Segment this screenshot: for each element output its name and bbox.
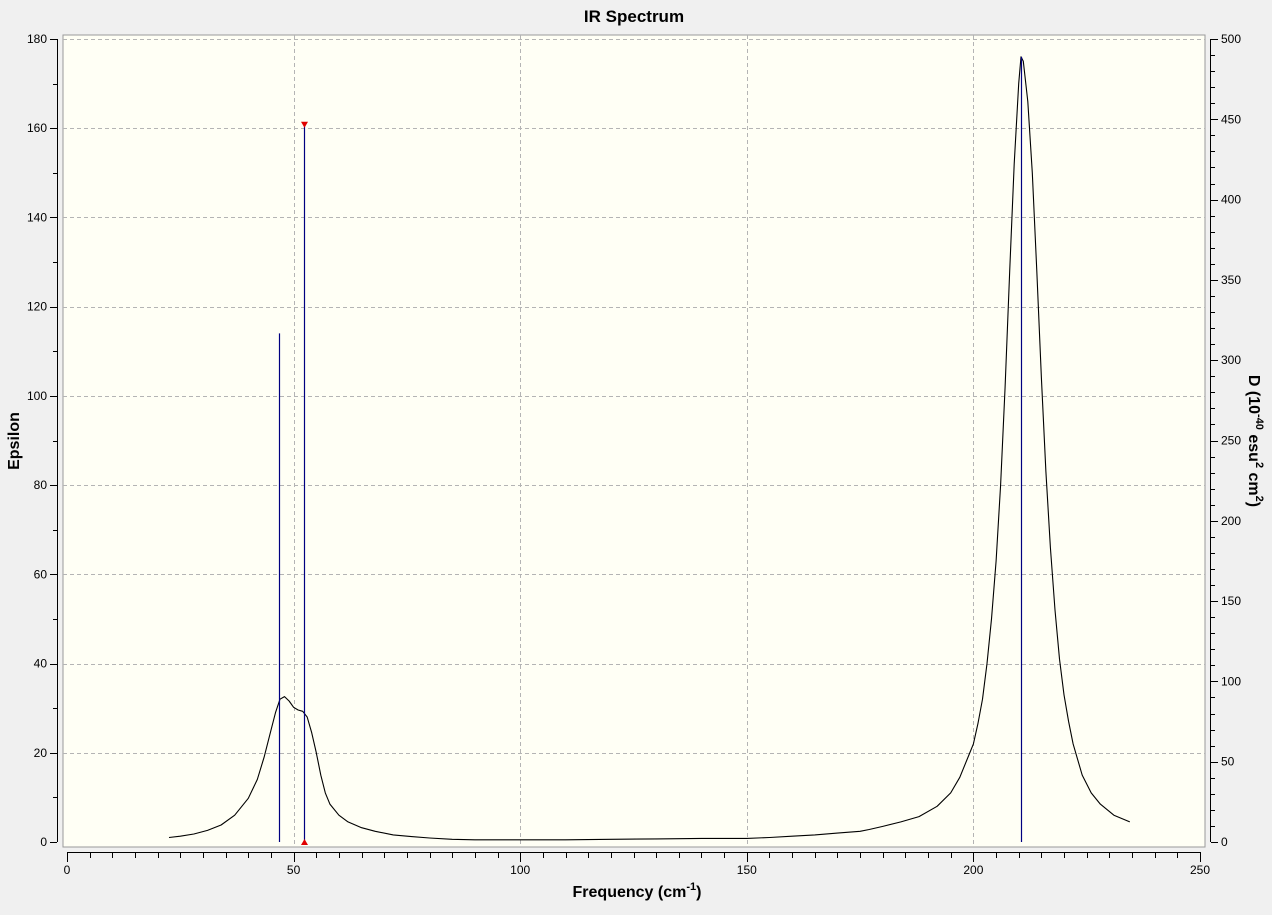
- y-tick-label: 60: [34, 567, 48, 581]
- y2-tick-label: 400: [1221, 193, 1241, 207]
- y2-tick-label: 100: [1221, 674, 1241, 688]
- plot-area: [62, 34, 1206, 848]
- y2-label-part-1: D (10: [1245, 375, 1262, 414]
- x-axis-label: Frequency (cm-1): [573, 881, 702, 901]
- x-tick-label: 50: [287, 863, 301, 877]
- y2-label-part-3: cm: [1245, 468, 1262, 496]
- y2-label-part-4: ): [1245, 502, 1262, 507]
- x-axis-label-main: Frequency (cm: [573, 884, 687, 901]
- y-tick-label: 160: [27, 121, 47, 135]
- x-tick-label: 200: [963, 863, 983, 877]
- y-tick-label: 80: [34, 478, 48, 492]
- y2-axis-label: D (10-40 esu2 cm2): [1245, 375, 1265, 507]
- y-tick-label: 100: [27, 389, 47, 403]
- y2-tick-label: 350: [1221, 273, 1241, 287]
- chart-title: IR Spectrum: [584, 7, 684, 26]
- y2-label-sup-1: -40: [1253, 414, 1265, 430]
- ir-spectrum-chart: 0 50 100 150 200 250 0 20 40 60 80 100 120 140 160 180 0…: [0, 0, 1272, 910]
- chart-svg: 0 50 100 150 200 250 0 20 40 60 80 100 120 140 160 180 0…: [0, 0, 1272, 910]
- y2-tick-label: 500: [1221, 32, 1241, 46]
- y2-tick-label: 450: [1221, 112, 1241, 126]
- y-tick-label: 40: [34, 657, 48, 671]
- y2-tick-label: 0: [1221, 835, 1228, 849]
- x-tick-label: 250: [1190, 863, 1210, 877]
- x-axis-label-tail: ): [696, 884, 701, 901]
- y2-tick-label: 150: [1221, 594, 1241, 608]
- x-axis-label-sup: -1: [686, 881, 696, 893]
- y-tick-label: 20: [34, 746, 48, 760]
- x-tick-label: 150: [737, 863, 757, 877]
- y2-tick-label: 200: [1221, 514, 1241, 528]
- y-tick-label: 120: [27, 300, 47, 314]
- y2-label-part-2: esu: [1245, 430, 1262, 462]
- y-tick-label: 140: [27, 210, 47, 224]
- grid-layer: [62, 34, 1206, 848]
- y2-tick-label: 50: [1221, 755, 1235, 769]
- x-tick-label: 0: [64, 863, 71, 877]
- y2-tick-label: 250: [1221, 434, 1241, 448]
- y-axis-label: Epsilon: [6, 412, 23, 470]
- y-tick-label: 0: [40, 835, 47, 849]
- x-tick-label: 100: [510, 863, 530, 877]
- y2-tick-label: 300: [1221, 353, 1241, 367]
- y-tick-label: 180: [27, 32, 47, 46]
